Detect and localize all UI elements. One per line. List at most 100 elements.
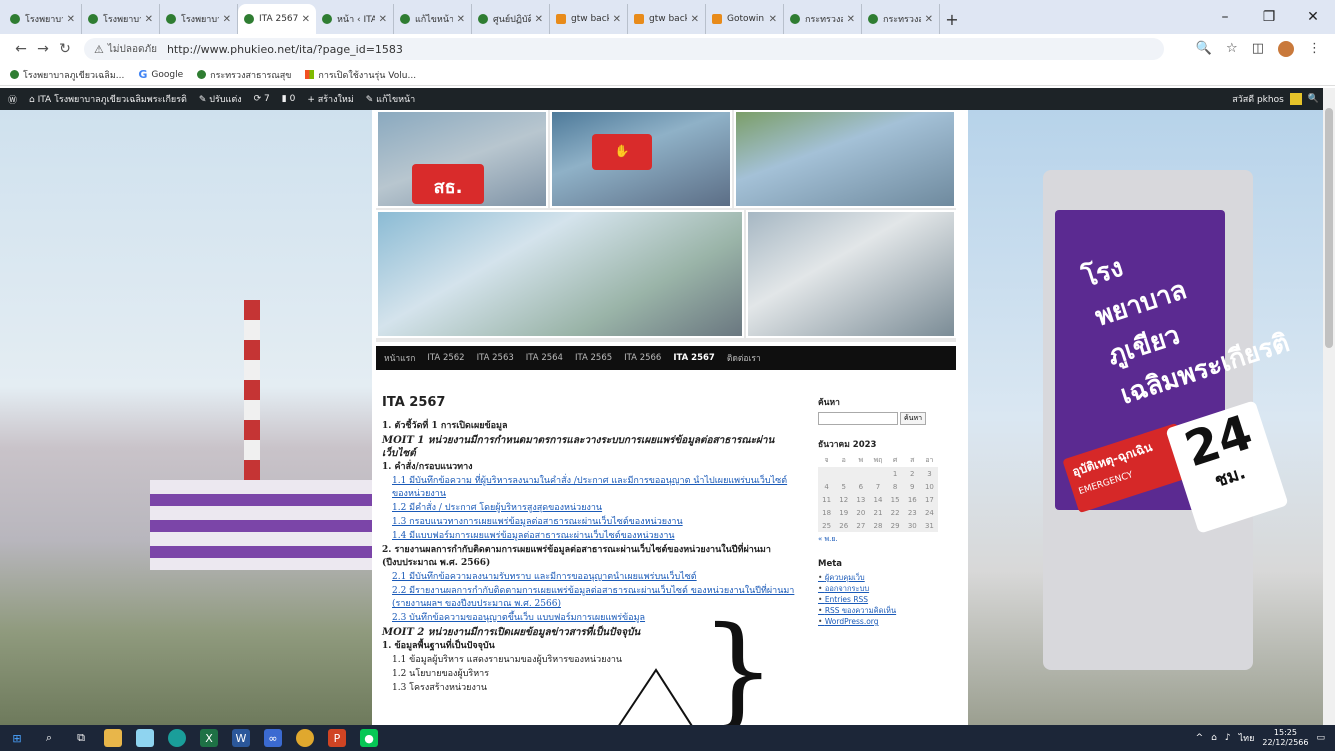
menu-item[interactable]: ITA 2564 [526, 353, 563, 363]
minimize-icon[interactable]: – [1203, 0, 1247, 34]
search-icon[interactable]: 🔍 [1308, 94, 1319, 104]
tab-close-icon[interactable]: ✕ [67, 14, 75, 25]
zoom-icon[interactable]: 🔍 [1196, 41, 1212, 57]
content-link[interactable]: 1.3 กรอบแนวทางการเผยแพร่ข้อมูลต่อสาธารณะ… [382, 516, 802, 529]
network-icon[interactable]: ⌂ [1211, 733, 1217, 743]
calendar-day: 19 [839, 508, 849, 517]
updates-link[interactable]: ⟳ 7 [254, 94, 270, 104]
page-scrollbar[interactable] [1323, 88, 1335, 725]
bookmark-item[interactable]: โรงพยาบาลภูเขียวเฉลิม... [10, 68, 124, 82]
notification-icon[interactable]: ▭ [1316, 733, 1325, 743]
tab-close-icon[interactable]: ✕ [925, 14, 933, 25]
url-text: http://www.phukieo.net/ita/?page_id=1583 [166, 42, 403, 56]
bookmark-item[interactable]: G Google [138, 68, 183, 81]
language-indicator[interactable]: ไทย [1239, 731, 1255, 745]
clock[interactable]: 15:25 22/12/2566 [1262, 728, 1308, 748]
search-taskbar-icon[interactable]: ⌕ [40, 729, 58, 747]
tab-close-icon[interactable]: ✕ [223, 14, 231, 25]
meta-link[interactable]: ออกจากระบบ [818, 583, 938, 594]
forward-icon[interactable]: → [32, 41, 54, 57]
content-link[interactable]: 2.1 มีบันทึกข้อความลงนามรับทราบ และมีการ… [382, 571, 802, 584]
meta-link[interactable]: Entries RSS [818, 594, 938, 605]
menu-item[interactable]: ติดต่อเรา [727, 351, 761, 365]
paint-icon[interactable] [136, 729, 154, 747]
browser-tab[interactable]: กระทรวงสาธา ✕ [862, 4, 940, 34]
user-avatar [1289, 93, 1302, 105]
tab-close-icon[interactable]: ✕ [535, 14, 543, 25]
browser-tab[interactable]: gtw backoffi ✕ [628, 4, 706, 34]
tab-close-icon[interactable]: ✕ [145, 14, 153, 25]
meta-link[interactable]: WordPress.org [818, 616, 938, 627]
browser-tab[interactable]: แก้ไขหน้า ‹ IT ✕ [394, 4, 472, 34]
close-icon[interactable]: ✕ [1291, 0, 1335, 34]
browser-tab[interactable]: Gotowin ✕ [706, 4, 784, 34]
tab-title: โรงพยาบาลภูเ [181, 15, 219, 25]
content-link[interactable]: 1.1 มีบันทึกข้อความ ที่ผู้บริหารลงนามในค… [382, 475, 802, 501]
browser-tab[interactable]: โรงพยาบาลภูเ ✕ [160, 4, 238, 34]
start-icon[interactable]: ⊞ [8, 729, 26, 747]
menu-item[interactable]: หน้าแรก [384, 351, 415, 365]
reload-icon[interactable]: ↻ [54, 41, 76, 57]
weekday-label: อ [841, 456, 846, 464]
site-name-link[interactable]: ⌂ ITA โรงพยาบาลภูเขียวเฉลิมพระเกียรติ [29, 92, 187, 106]
calendar-day: 21 [873, 508, 883, 517]
more-icon[interactable]: ⋮ [1308, 41, 1321, 57]
back-icon[interactable]: ← [10, 41, 32, 57]
meta-link[interactable]: ผู้ควบคุมเว็บ [818, 572, 938, 583]
weekday-label: พฤ [873, 456, 883, 464]
meta-link[interactable]: RSS ของความคิดเห็น [818, 605, 938, 616]
tab-close-icon[interactable]: ✕ [847, 14, 855, 25]
search-button[interactable]: ค้นหา [900, 412, 927, 425]
bookmark-item[interactable]: การเปิดใช้งานรุ่น Volu... [305, 68, 416, 82]
menu-item[interactable]: ITA 2563 [477, 353, 514, 363]
edit-page-link[interactable]: ✎ แก้ไขหน้า [366, 92, 415, 106]
comments-link[interactable]: ▮ 0 [282, 94, 296, 104]
chrome-icon[interactable] [296, 729, 314, 747]
app-icon[interactable]: ∞ [264, 729, 282, 747]
tab-title: ITA 2567 | IT [259, 14, 298, 24]
tab-close-icon[interactable]: ✕ [613, 14, 621, 25]
tab-close-icon[interactable]: ✕ [769, 14, 777, 25]
content-link[interactable]: 1.2 มีคำสั่ง / ประกาศ โดยผู้บริหารสูงสุด… [382, 502, 802, 515]
file-explorer-icon[interactable] [104, 729, 122, 747]
tab-close-icon[interactable]: ✕ [302, 14, 310, 25]
prev-month-link[interactable]: « พ.ย. [818, 534, 938, 545]
wordpress-icon[interactable]: Ⓦ [8, 93, 17, 106]
bookmark-item[interactable]: กระทรวงสาธารณสุข [197, 68, 291, 82]
customize-link[interactable]: ✎ ปรับแต่ง [199, 92, 242, 106]
browser-tab[interactable]: หน้า ‹ ITA โร ✕ [316, 4, 394, 34]
word-icon[interactable]: W [232, 729, 250, 747]
new-tab-icon[interactable]: + [940, 4, 964, 34]
browser-tab[interactable]: ศูนย์ปฏิบัติการ ✕ [472, 4, 550, 34]
star-icon[interactable]: ☆ [1226, 41, 1238, 57]
menu-item[interactable]: ITA 2565 [575, 353, 612, 363]
content-link[interactable]: 1.4 มีแบบฟอร์มการเผยแพร่ข้อมูลต่อสาธารณะ… [382, 530, 802, 543]
powerpoint-icon[interactable]: P [328, 729, 346, 747]
search-widget-title: ค้นหา [818, 398, 840, 408]
calendar-day: 3 [927, 469, 932, 478]
browser-tab[interactable]: gtw backoffi ✕ [550, 4, 628, 34]
menu-item[interactable]: ITA 2566 [624, 353, 661, 363]
browser-tab[interactable]: กระทรวงสาธา ✕ [784, 4, 862, 34]
profile-avatar[interactable] [1278, 41, 1294, 57]
volume-icon[interactable]: ♪ [1225, 733, 1231, 743]
task-view-icon[interactable]: ⧉ [72, 729, 90, 747]
sidepanel-icon[interactable]: ◫ [1252, 41, 1264, 57]
new-link[interactable]: + สร้างใหม่ [307, 92, 353, 106]
edge-icon[interactable] [168, 729, 186, 747]
browser-tab[interactable]: โรงพยาบาลภูเ ✕ [82, 4, 160, 34]
tab-close-icon[interactable]: ✕ [379, 14, 387, 25]
browser-tab[interactable]: ITA 2567 | IT ✕ [238, 4, 316, 34]
tray-arrow-icon[interactable]: ^ [1196, 733, 1204, 743]
menu-item[interactable]: ITA 2567 [673, 353, 715, 363]
account-menu[interactable]: สวัสดี pkhos 🔍 [1232, 92, 1319, 106]
url-input[interactable]: ⚠ ไม่ปลอดภัย http://www.phukieo.net/ita/… [84, 38, 1164, 60]
line-icon[interactable]: ● [360, 729, 378, 747]
tab-close-icon[interactable]: ✕ [457, 14, 465, 25]
browser-tab[interactable]: โรงพยาบาลภูเ ✕ [4, 4, 82, 34]
tab-close-icon[interactable]: ✕ [691, 14, 699, 25]
menu-item[interactable]: ITA 2562 [427, 353, 464, 363]
search-input[interactable] [818, 412, 898, 425]
restore-icon[interactable]: ❐ [1247, 0, 1291, 34]
excel-icon[interactable]: X [200, 729, 218, 747]
